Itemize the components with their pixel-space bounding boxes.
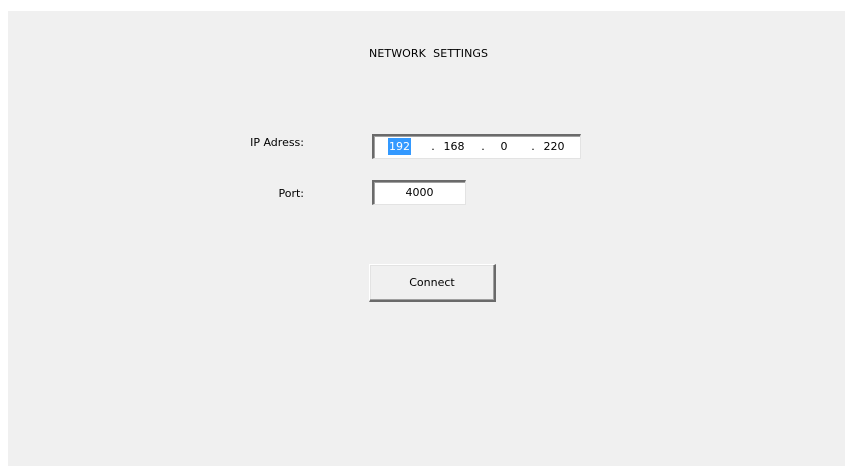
connect-button[interactable]: Connect [369,264,496,302]
ip-separator-3: . [531,140,535,153]
ip-address-label: IP Adress: [250,136,304,149]
ip-octet-1[interactable]: 192 [388,138,411,155]
ip-octet-2[interactable]: 168 [442,138,466,155]
ip-separator-2: . [481,140,485,153]
page-title: NETWORK SETTINGS [369,47,489,60]
ip-address-input[interactable]: 192 . 168 . 0 . 220 [372,134,581,159]
port-input[interactable]: 4000 [372,180,466,205]
port-label: Port: [278,187,304,200]
ip-octet-3[interactable]: 0 [492,138,516,155]
ip-octet-4[interactable]: 220 [542,138,566,155]
ip-separator-1: . [431,140,435,153]
settings-panel: NETWORK SETTINGS IP Adress: 192 . 168 . … [8,11,845,466]
